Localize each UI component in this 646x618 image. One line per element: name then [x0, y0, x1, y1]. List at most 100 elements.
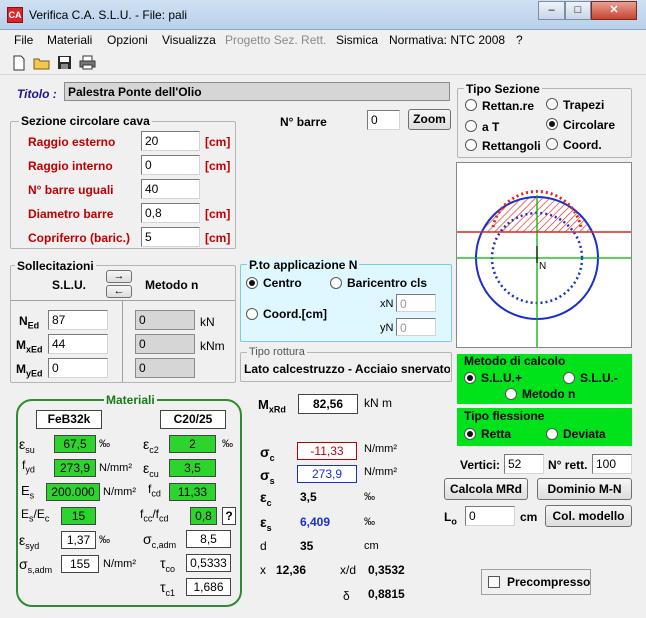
minimize-button[interactable]: – — [538, 1, 565, 20]
radio-slu-plus[interactable] — [464, 372, 476, 384]
app-icon: CA — [7, 7, 23, 23]
ecu-value[interactable]: 3,5 — [169, 459, 216, 477]
titolo-input[interactable]: Palestra Ponte dell'Olio — [64, 82, 450, 101]
vertici-label: Vertici: — [460, 458, 501, 472]
menu-opzioni[interactable]: Opzioni — [107, 33, 148, 47]
n-barre-uguali-input[interactable]: 40 — [141, 179, 200, 199]
label-centro: Centro — [263, 276, 302, 290]
new-file-icon[interactable] — [12, 55, 26, 71]
mxed-input[interactable]: 44 — [48, 334, 108, 354]
label-rettangolare: Rettan.re — [482, 99, 535, 113]
mxrd-label: MxRd — [258, 397, 286, 415]
radio-coord-n[interactable] — [246, 308, 258, 320]
nrett-input[interactable]: 100 — [592, 454, 632, 474]
acciaio-class[interactable]: FeB32k — [36, 410, 102, 429]
lo-input[interactable]: 0 — [465, 506, 515, 526]
n-barre-input[interactable]: 0 — [367, 110, 400, 130]
fyd-value[interactable]: 273,9 — [54, 459, 96, 477]
close-button[interactable]: ✕ — [591, 1, 637, 20]
radio-centro[interactable] — [246, 277, 258, 289]
print-icon[interactable] — [79, 55, 96, 70]
esu-value[interactable]: 67,5 — [54, 435, 96, 453]
fcd-value[interactable]: 11,33 — [169, 483, 216, 501]
radio-a-t[interactable] — [465, 120, 477, 132]
zoom-button[interactable]: Zoom — [408, 109, 451, 130]
es-value[interactable]: 200.000 — [46, 483, 100, 501]
save-icon[interactable] — [57, 55, 72, 70]
label-trapezi: Trapezi — [563, 98, 605, 112]
unit-knm: kNm — [200, 339, 225, 353]
maximize-button[interactable]: □ — [565, 1, 591, 20]
sigma-sadm-value[interactable]: 155 — [61, 555, 99, 573]
radio-rettangolare[interactable] — [465, 99, 477, 111]
radio-retta[interactable] — [464, 428, 476, 440]
menu-file[interactable]: File — [14, 33, 33, 47]
vertici-input[interactable]: 52 — [504, 454, 544, 474]
esyd-unit: ‰ — [99, 534, 110, 546]
raggio-esterno-input[interactable]: 20 — [141, 131, 200, 151]
label-rettangoli: Rettangoli — [482, 139, 541, 153]
sollecitazioni-title: Sollecitazioni — [15, 259, 96, 273]
lo-label: Lo — [444, 510, 457, 527]
metodo-n-label: Metodo n — [145, 278, 199, 292]
materiali-group — [16, 399, 242, 607]
sigma-cadm-value[interactable]: 8,5 — [186, 530, 231, 548]
radio-circolare[interactable] — [546, 118, 558, 130]
mxrd-value: 82,56 — [298, 394, 358, 414]
menu-materiali[interactable]: Materiali — [47, 33, 92, 47]
radio-trapezi[interactable] — [546, 98, 558, 110]
dominio-mn-button[interactable]: Dominio M-N — [537, 478, 632, 500]
arrow-right-button[interactable]: → — [106, 270, 132, 283]
sigma-sadm-unit: N/mm² — [103, 558, 136, 570]
nrett-label: N° rett. — [548, 458, 588, 472]
sigma-c-label: σc — [260, 444, 275, 463]
raggio-interno-input[interactable]: 0 — [141, 155, 200, 175]
label-circolare: Circolare — [563, 118, 616, 132]
fcc-fcd-label: fcc/fcd — [140, 507, 169, 524]
menu-sismica[interactable]: Sismica — [336, 33, 378, 47]
radio-baricentro[interactable] — [330, 277, 342, 289]
xn-input[interactable]: 0 — [396, 294, 436, 312]
mxrd-unit: kN m — [364, 396, 392, 410]
radio-deviata[interactable] — [546, 428, 558, 440]
copriferro-input[interactable]: 5 — [141, 227, 200, 247]
fcd-label: fcd — [148, 482, 161, 499]
precompresso-label: Precompresso — [507, 575, 591, 589]
raggio-esterno-label: Raggio esterno — [28, 135, 116, 149]
ecu-label: εcu — [143, 460, 159, 479]
tau-c1-label: τc1 — [160, 579, 176, 598]
metodo-n-ned: 0 — [135, 310, 195, 330]
copriferro-label: Copriferro (baric.) — [28, 231, 131, 245]
menu-progetto[interactable]: Progetto Sez. Rett. — [225, 33, 326, 47]
menu-visualizza[interactable]: Visualizza — [162, 33, 216, 47]
radio-metodo-n[interactable] — [505, 388, 517, 400]
fcc-fcd-value[interactable]: 0,8 — [190, 507, 217, 525]
sigma-c-unit: N/mm² — [364, 443, 397, 455]
arrow-left-button[interactable]: ← — [106, 285, 132, 298]
yn-input[interactable]: 0 — [396, 318, 436, 336]
label-slu-plus: S.L.U.+ — [481, 371, 523, 385]
eps-c-label: εc — [260, 489, 272, 508]
radio-coord[interactable] — [546, 138, 558, 150]
eps-c-unit: ‰ — [364, 491, 375, 503]
open-folder-icon[interactable] — [33, 56, 51, 70]
menu-help[interactable]: ? — [516, 33, 523, 47]
es-ec-value[interactable]: 15 — [61, 507, 96, 525]
precompresso-checkbox[interactable] — [488, 576, 500, 588]
radio-rettangoli[interactable] — [465, 139, 477, 151]
divider — [122, 300, 123, 382]
delta-label: δ — [343, 589, 350, 603]
ec2-value[interactable]: 2 — [169, 435, 216, 453]
cls-class[interactable]: C20/25 — [160, 410, 226, 429]
radio-slu-minus[interactable] — [563, 372, 575, 384]
diametro-barre-input[interactable]: 0,8 — [141, 203, 200, 223]
myed-input[interactable]: 0 — [48, 358, 108, 378]
xd-label: x/d — [340, 563, 357, 577]
fyd-label: fyd — [22, 458, 35, 475]
col-modello-button[interactable]: Col. modello — [545, 505, 632, 527]
help-button[interactable]: ? — [222, 507, 236, 525]
es-label: Es — [21, 483, 35, 501]
ned-input[interactable]: 87 — [48, 310, 108, 330]
menu-normativa[interactable]: Normativa: NTC 2008 — [389, 33, 505, 47]
calcola-mrd-button[interactable]: Calcola MRd — [444, 478, 528, 500]
